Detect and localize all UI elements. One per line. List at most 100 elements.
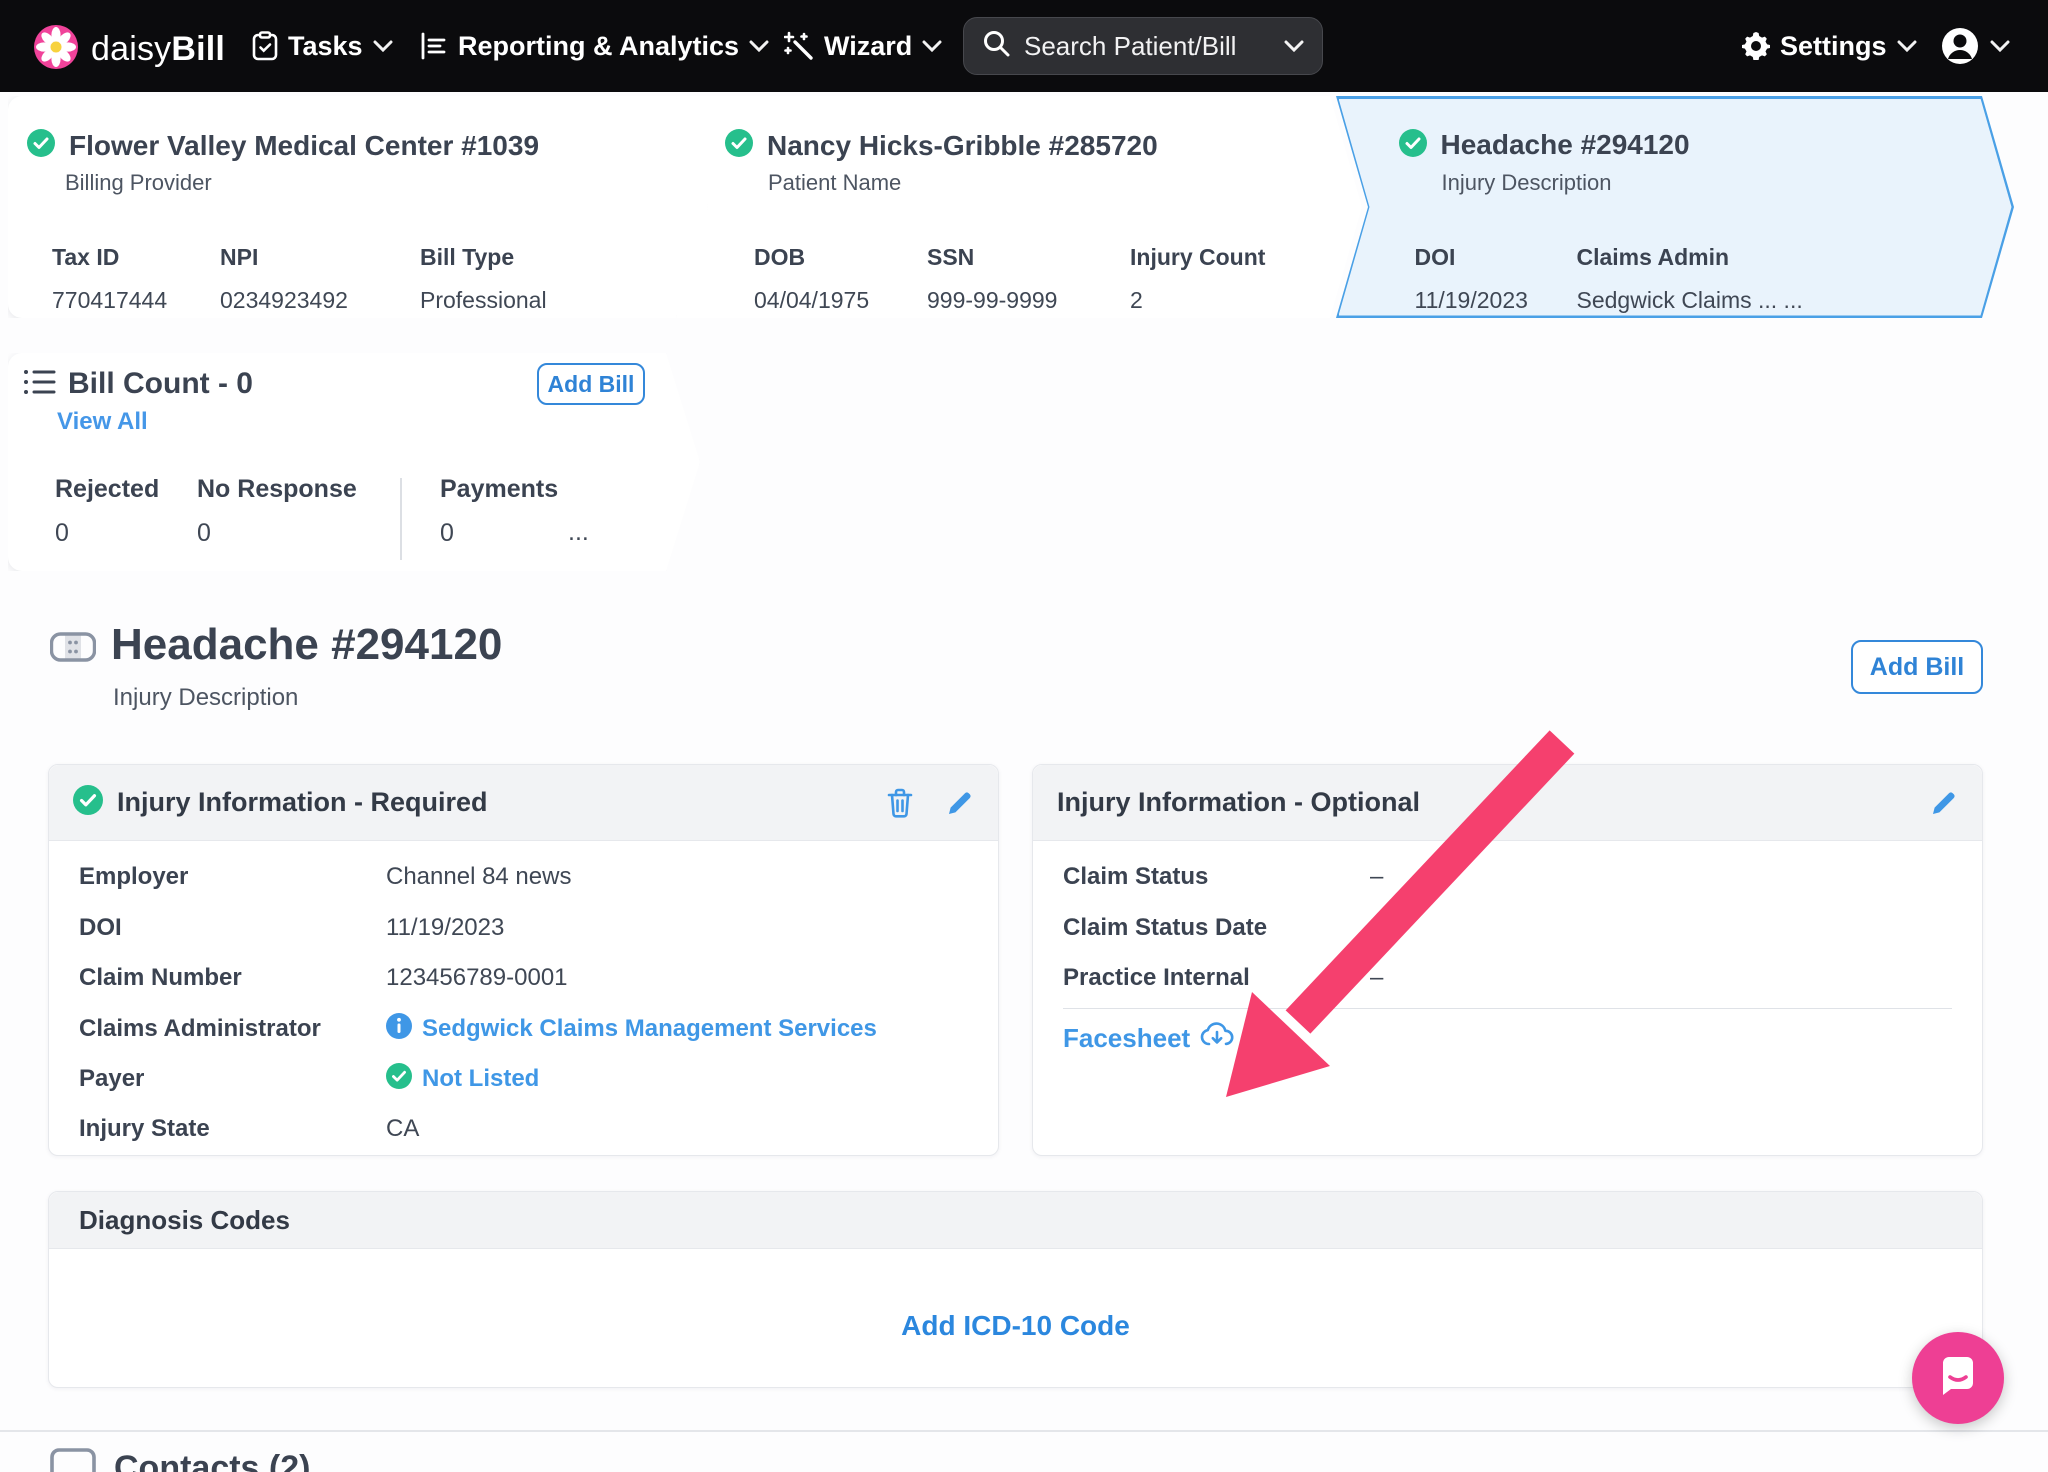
breadcrumb-patient[interactable]: Nancy Hicks-Gribble #285720 Patient Name… bbox=[676, 96, 1362, 318]
card-header: Diagnosis Codes bbox=[49, 1192, 1982, 1249]
gear-icon bbox=[1742, 32, 1770, 60]
row-label-claim-status-date: Claim Status Date bbox=[1063, 914, 1370, 942]
list-icon bbox=[24, 368, 56, 401]
row-value-injury-state: CA bbox=[386, 1115, 419, 1143]
row-label-practice-internal: Practice Internal bbox=[1063, 964, 1370, 992]
divider bbox=[1063, 1008, 1952, 1009]
chevron-down-icon bbox=[1284, 40, 1304, 52]
injury-info-optional-card: Injury Information - Optional Claim Stat… bbox=[1032, 764, 1983, 1156]
card-title: Injury Information - Required bbox=[117, 787, 488, 818]
crumb-subtitle: Patient Name bbox=[768, 170, 901, 196]
row-value-practice-internal: – bbox=[1370, 964, 1383, 992]
add-bill-button[interactable]: Add Bill bbox=[537, 363, 645, 405]
row-value-employer: Channel 84 news bbox=[386, 863, 571, 891]
add-bill-button[interactable]: Add Bill bbox=[1851, 640, 1983, 694]
chevron-down-icon bbox=[1990, 40, 2010, 52]
nav-settings-label: Settings bbox=[1780, 31, 1887, 62]
row-label-claim-status: Claim Status bbox=[1063, 863, 1370, 891]
nav-reporting-analytics[interactable]: Reporting & Analytics bbox=[420, 0, 769, 92]
check-circle-icon bbox=[725, 129, 753, 162]
claims-administrator-link[interactable]: Sedgwick Claims Management Services bbox=[422, 1015, 877, 1043]
crumb-title: Flower Valley Medical Center #1039 bbox=[69, 130, 539, 162]
nav-tasks[interactable]: Tasks bbox=[252, 0, 393, 92]
stat-payments: Payments 0 bbox=[440, 475, 558, 548]
divider bbox=[0, 1430, 2048, 1432]
stats-ellipsis[interactable]: ... bbox=[568, 518, 589, 547]
pencil-icon[interactable] bbox=[946, 789, 974, 817]
check-circle-icon bbox=[73, 785, 103, 820]
chevron-down-icon bbox=[373, 40, 393, 52]
row-label-employer: Employer bbox=[79, 863, 386, 891]
search-icon bbox=[982, 29, 1010, 64]
field-dob: DOB 04/04/1975 bbox=[754, 244, 869, 314]
check-circle-icon bbox=[1399, 129, 1427, 162]
row-value-claim-number: 123456789-0001 bbox=[386, 964, 568, 992]
field-bill-type: Bill Type Professional bbox=[420, 244, 547, 314]
brand-logo[interactable]: daisyBill bbox=[33, 24, 225, 75]
top-navbar: daisyBill Tasks Reporting & Analytics bbox=[0, 0, 2048, 92]
breadcrumb-billing-provider[interactable]: Flower Valley Medical Center #1039 Billi… bbox=[8, 96, 708, 318]
info-circle-icon[interactable] bbox=[386, 1013, 412, 1046]
row-label-doi: DOI bbox=[79, 914, 386, 942]
bill-count-card: Bill Count - 0 Add Bill View All Rejecte… bbox=[8, 353, 700, 571]
trash-icon[interactable] bbox=[886, 788, 914, 818]
field-doi: DOI 11/19/2023 bbox=[1415, 244, 1528, 314]
user-avatar-icon bbox=[1940, 26, 1980, 66]
search-input[interactable]: Search Patient/Bill bbox=[963, 17, 1323, 75]
bandage-icon bbox=[50, 630, 96, 669]
stat-no-response: No Response 0 bbox=[197, 475, 357, 548]
field-injury-count: Injury Count 2 bbox=[1130, 244, 1265, 314]
crumb-subtitle: Injury Description bbox=[1442, 170, 1612, 196]
cloud-download-icon bbox=[1200, 1021, 1234, 1056]
field-npi: NPI 0234923492 bbox=[220, 244, 348, 314]
daisy-flower-icon bbox=[33, 24, 79, 75]
check-circle-icon bbox=[386, 1063, 412, 1096]
nav-wizard[interactable]: Wizard bbox=[784, 0, 942, 92]
crumb-title: Nancy Hicks-Gribble #285720 bbox=[767, 130, 1158, 162]
nav-tasks-label: Tasks bbox=[288, 31, 363, 62]
divider bbox=[400, 478, 402, 560]
chevron-down-icon bbox=[922, 40, 942, 52]
bill-count-title: Bill Count - 0 bbox=[68, 367, 253, 401]
stat-rejected: Rejected 0 bbox=[55, 475, 159, 548]
app-frame: daisyBill Tasks Reporting & Analytics bbox=[0, 0, 2048, 1472]
card-title: Diagnosis Codes bbox=[79, 1205, 290, 1236]
page-subtitle: Injury Description bbox=[113, 684, 298, 712]
facesheet-download-link[interactable]: Facesheet bbox=[1063, 1021, 1234, 1056]
field-ssn: SSN 999-99-9999 bbox=[927, 244, 1057, 314]
chat-launcher-button[interactable] bbox=[1912, 1332, 2004, 1424]
row-label-injury-state: Injury State bbox=[79, 1115, 386, 1143]
card-title: Injury Information - Optional bbox=[1057, 787, 1420, 818]
nav-wizard-label: Wizard bbox=[824, 31, 912, 62]
crumb-subtitle: Billing Provider bbox=[65, 170, 212, 196]
injury-info-required-card: Injury Information - Required EmployerCh… bbox=[48, 764, 999, 1156]
row-label-claim-number: Claim Number bbox=[79, 964, 386, 992]
contacts-section-heading: Contacts (2) bbox=[50, 1448, 310, 1472]
add-icd10-code-link[interactable]: Add ICD-10 Code bbox=[49, 1310, 1982, 1342]
crumb-title: Headache #294120 bbox=[1441, 129, 1690, 161]
nav-account[interactable] bbox=[1940, 0, 2010, 92]
breadcrumb-injury-active[interactable]: Headache #294120 Injury Description DOI … bbox=[1336, 96, 2014, 318]
nav-settings[interactable]: Settings bbox=[1742, 0, 1917, 92]
row-label-payer: Payer bbox=[79, 1065, 386, 1093]
field-tax-id: Tax ID 770417444 bbox=[52, 244, 167, 314]
card-header: Injury Information - Required bbox=[49, 765, 998, 841]
card-header: Injury Information - Optional bbox=[1033, 765, 1982, 841]
nav-reporting-label: Reporting & Analytics bbox=[458, 31, 739, 62]
contacts-card-icon bbox=[50, 1448, 96, 1472]
row-label-claims-administrator: Claims Administrator bbox=[79, 1015, 386, 1043]
payer-link[interactable]: Not Listed bbox=[422, 1065, 539, 1093]
search-placeholder: Search Patient/Bill bbox=[1024, 31, 1236, 62]
chevron-down-icon bbox=[749, 40, 769, 52]
magic-wand-icon bbox=[784, 31, 814, 61]
pencil-icon[interactable] bbox=[1930, 789, 1958, 817]
diagnosis-codes-card: Diagnosis Codes Add ICD-10 Code bbox=[48, 1191, 1983, 1388]
field-claims-admin: Claims Admin Sedgwick Claims ... ... bbox=[1577, 244, 1803, 314]
check-circle-icon bbox=[27, 129, 55, 162]
row-value-claim-status: – bbox=[1370, 863, 1383, 891]
page-title: Headache #294120 bbox=[111, 620, 502, 670]
chevron-down-icon bbox=[1897, 40, 1917, 52]
chat-smile-icon bbox=[1935, 1353, 1981, 1404]
facesheet-label: Facesheet bbox=[1063, 1023, 1190, 1054]
view-all-link[interactable]: View All bbox=[57, 408, 148, 436]
